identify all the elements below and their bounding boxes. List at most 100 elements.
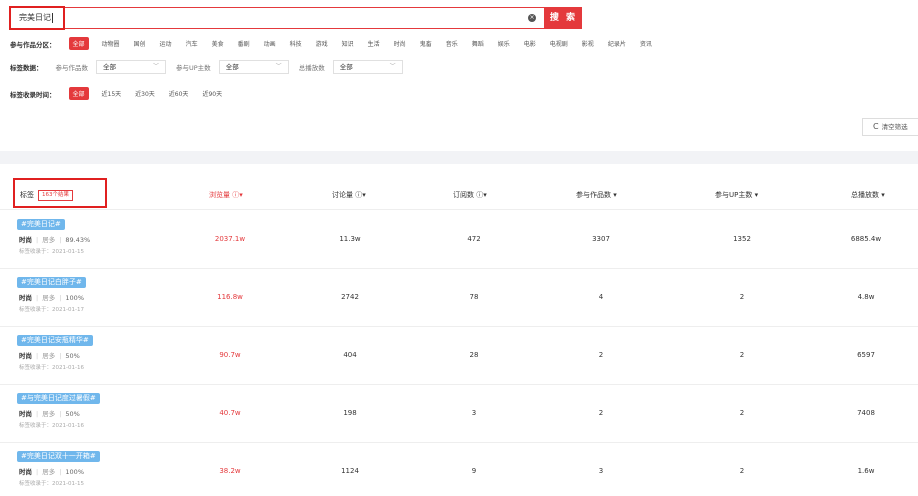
zone-chip[interactable]: 娱乐 (498, 39, 510, 48)
discussions-cell: 404 (343, 351, 357, 359)
plays-cell: 4.8w (857, 293, 875, 301)
data-filter-label: 标签数据： (10, 64, 43, 72)
table-header: 标签 163个结果 浏览量 ⓘ▾ 讨论量 ⓘ▾ 订阅数 ⓘ▾ 参与作品数 ▾ 参与… (0, 180, 918, 210)
zone-chip[interactable]: 电影 (524, 39, 536, 48)
works-column-header[interactable]: 参与作品数 ▾ (576, 180, 617, 210)
subscriptions-cell: 3 (471, 409, 477, 417)
time-chip[interactable]: 全部 (68, 87, 89, 100)
discussions-column-header[interactable]: 讨论量 ⓘ▾ (332, 180, 366, 210)
zone-chip[interactable]: 科技 (290, 39, 302, 48)
zone-chip[interactable]: 国创 (134, 39, 146, 48)
zone-chip[interactable]: 知识 (342, 39, 354, 48)
tag-pill[interactable]: #完美日记双十一开箱# (17, 451, 100, 462)
time-chip[interactable]: 近15天 (102, 89, 122, 98)
clear-search-icon[interactable]: × (528, 14, 536, 22)
search-button[interactable]: 搜 索 (545, 7, 582, 29)
search-box[interactable]: 完美日记 × (9, 6, 545, 30)
chevron-down-icon: ﹀ (389, 63, 396, 70)
views-cell: 116.8w (217, 293, 243, 301)
ups-cell: 2 (739, 409, 745, 417)
subscriptions-column-header[interactable]: 订阅数 ⓘ▾ (453, 180, 487, 210)
added-date: 标签收录于：2021-01-16 (19, 423, 84, 429)
time-filter-row: 标签收录时间： 全部 近15天 近30天 近60天 近90天 (10, 87, 236, 100)
discussions-cell: 1124 (341, 467, 359, 475)
search-highlight-box (9, 6, 65, 30)
works-cell: 2 (598, 409, 604, 417)
table-row[interactable]: #与完美日记度过暑假# 时尚 | 居多 | 50% 标签收录于：2021-01-16 4… (0, 385, 918, 443)
zone-chip[interactable]: 纪录片 (608, 39, 626, 48)
time-chip[interactable]: 近60天 (169, 89, 189, 98)
works-cell: 3307 (592, 235, 610, 243)
works-cell: 2 (598, 351, 604, 359)
table-row[interactable]: #完美日记双十一开箱# 时尚 | 居多 | 100% 标签收录于：2021-01-15 … (0, 443, 918, 496)
ups-cell: 2 (739, 467, 745, 475)
zone-chip[interactable]: 电视剧 (550, 39, 568, 48)
tag-meta: 时尚 | 居多 | 50% (19, 352, 80, 360)
zone-chip[interactable]: 运动 (160, 39, 172, 48)
works-cell: 4 (598, 293, 604, 301)
zone-chip[interactable]: 影视 (582, 39, 594, 48)
views-column-header[interactable]: 浏览量 ⓘ▾ (209, 180, 243, 210)
zone-chip[interactable]: 汽车 (186, 39, 198, 48)
added-date: 标签收录于：2021-01-16 (19, 365, 84, 371)
zone-chip[interactable]: 鬼畜 (420, 39, 432, 48)
clear-filters-label: 清空筛选 (881, 123, 908, 131)
up-select[interactable]: 全部 ﹀ (218, 60, 289, 74)
works-select[interactable]: 全部 ﹀ (96, 60, 166, 74)
chevron-down-icon: ﹀ (275, 63, 282, 70)
zone-chip[interactable]: 游戏 (316, 39, 328, 48)
time-chip[interactable]: 近90天 (202, 89, 222, 98)
label-header-highlight-box (13, 178, 107, 208)
category-label: 时尚 (19, 468, 32, 476)
tag-pill[interactable]: #完美日记白胖子# (17, 277, 86, 288)
zone-chip[interactable]: 舞蹈 (472, 39, 484, 48)
discussions-cell: 2742 (341, 293, 359, 301)
subscriptions-cell: 9 (471, 467, 477, 475)
plays-cell: 1.6w (857, 467, 875, 475)
zone-chip[interactable]: 生活 (368, 39, 380, 48)
tag-meta: 时尚 | 居多 | 100% (19, 468, 84, 476)
subscriptions-cell: 28 (469, 351, 479, 359)
level-label: 居多 (42, 236, 56, 244)
plays-cell: 6597 (857, 351, 875, 359)
time-chip[interactable]: 近30天 (135, 89, 155, 98)
plays-filter-label: 总播放数 (298, 64, 325, 72)
zone-chip[interactable]: 动物圈 (102, 39, 120, 48)
views-cell: 40.7w (219, 409, 241, 417)
percent-label: 50% (65, 352, 80, 360)
zone-chip[interactable]: 资讯 (640, 39, 652, 48)
category-label: 时尚 (19, 236, 32, 244)
category-label: 时尚 (19, 352, 32, 360)
tag-pill[interactable]: #完美日记# (17, 219, 65, 230)
zone-chip[interactable]: 美食 (212, 39, 224, 48)
zone-chip[interactable]: 音乐 (446, 39, 458, 48)
ups-cell: 1352 (733, 235, 751, 243)
level-label: 居多 (42, 294, 56, 302)
zone-chip[interactable]: 番剧 (238, 39, 250, 48)
clear-filters-button[interactable]: C 清空筛选 (862, 118, 918, 136)
percent-label: 100% (65, 294, 84, 302)
ups-cell: 2 (739, 351, 745, 359)
views-cell: 2037.1w (214, 235, 246, 243)
zone-chip[interactable]: 动画 (264, 39, 276, 48)
plays-cell: 7408 (857, 409, 875, 417)
views-cell: 90.7w (219, 351, 241, 359)
zone-chip[interactable]: 时尚 (394, 39, 406, 48)
level-label: 居多 (42, 468, 56, 476)
table-row[interactable]: #完美日记白胖子# 时尚 | 居多 | 100% 标签收录于：2021-01-17 11… (0, 269, 918, 327)
table-row[interactable]: #完美日记# 时尚 | 居多 | 89.43% 标签收录于：2021-01-15 203… (0, 211, 918, 269)
plays-column-header[interactable]: 总播放数 ▾ (851, 180, 885, 210)
table-row[interactable]: #完美日记安瓶精华# 时尚 | 居多 | 50% 标签收录于：2021-01-16 90… (0, 327, 918, 385)
chevron-down-icon: ﹀ (152, 63, 159, 70)
section-divider (0, 151, 918, 164)
zone-chip[interactable]: 全部 (68, 37, 89, 50)
works-cell: 3 (598, 467, 604, 475)
added-date: 标签收录于：2021-01-17 (19, 307, 84, 313)
works-select-value: 全部 (103, 63, 116, 71)
tag-pill[interactable]: #完美日记安瓶精华# (17, 335, 93, 346)
ups-column-header[interactable]: 参与UP主数 ▾ (715, 180, 758, 210)
percent-label: 89.43% (65, 236, 91, 244)
plays-select[interactable]: 全部 ﹀ (332, 60, 403, 74)
added-date: 标签收录于：2021-01-15 (19, 249, 84, 255)
tag-pill[interactable]: #与完美日记度过暑假# (17, 393, 100, 404)
